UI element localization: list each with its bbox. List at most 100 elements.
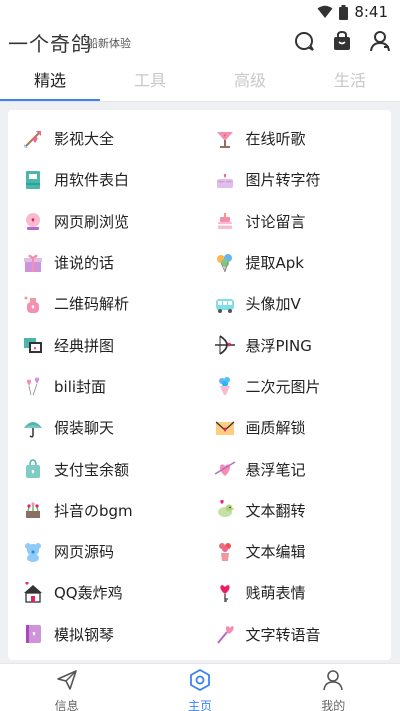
feature-item[interactable]: 支付宝余额 bbox=[8, 448, 200, 489]
chat-bubble-icon[interactable] bbox=[292, 29, 316, 53]
feature-item[interactable]: 网页源码 bbox=[8, 531, 200, 572]
feature-item[interactable]: 二次元图片 bbox=[200, 366, 392, 407]
feature-item-label: 网页源码 bbox=[54, 543, 115, 562]
feature-item-label: 经典拼图 bbox=[54, 336, 115, 355]
feature-card: 影视大全 在线听歌用软件表白 图片转字符网页刷浏览 讨论留言谁说的话 提取Apk 二维码解… bbox=[8, 110, 391, 660]
feature-item-label: 二次元图片 bbox=[245, 377, 321, 396]
feature-item[interactable]: 影视大全 bbox=[8, 118, 200, 159]
app-title: 一个奇鸽 bbox=[8, 32, 92, 56]
feature-item-label: 文字转语音 bbox=[245, 625, 321, 644]
crystal-ball-icon bbox=[22, 210, 44, 232]
bird-icon bbox=[214, 499, 236, 521]
feature-item[interactable]: 画质解锁 bbox=[200, 407, 392, 448]
feature-item-label: 画质解锁 bbox=[245, 419, 306, 438]
app-header: 一个奇鸽 船新体验 bbox=[0, 24, 400, 60]
feature-item-label: 二维码解析 bbox=[54, 295, 130, 314]
feature-item-label: 假装聊天 bbox=[54, 419, 115, 438]
feature-item[interactable]: 谁说的话 bbox=[8, 242, 200, 283]
send-icon bbox=[56, 669, 78, 695]
feature-item-label: 悬浮PING bbox=[245, 336, 312, 355]
heart-key-icon bbox=[214, 582, 236, 604]
feature-item[interactable]: 抖音のbgm bbox=[8, 490, 200, 531]
feature-item[interactable]: 贱萌表情 bbox=[200, 572, 392, 613]
bus-icon bbox=[214, 293, 236, 315]
tab-3[interactable]: 生活 bbox=[300, 60, 400, 102]
feature-item[interactable]: 悬浮笔记 bbox=[200, 448, 392, 489]
feature-item-label: 用软件表白 bbox=[54, 171, 130, 190]
feature-item-label: 支付宝余额 bbox=[54, 460, 130, 479]
user-icon[interactable] bbox=[368, 29, 392, 53]
bottom-navigation: 信息 主页 我的 bbox=[0, 663, 400, 711]
feature-item[interactable]: 用软件表白 bbox=[8, 159, 200, 200]
feature-item[interactable]: 提取Apk bbox=[200, 242, 392, 283]
bouquet-icon bbox=[214, 375, 236, 397]
feature-item-label: 模拟钢琴 bbox=[54, 625, 115, 644]
feature-item-label: 提取Apk bbox=[245, 254, 304, 273]
tab-1[interactable]: 工具 bbox=[100, 60, 200, 102]
layer-cake-icon bbox=[214, 210, 236, 232]
feature-grid: 影视大全 在线听歌用软件表白 图片转字符网页刷浏览 讨论留言谁说的话 提取Apk 二维码解… bbox=[8, 110, 391, 655]
notebook-icon bbox=[22, 169, 44, 191]
feature-item-label: 头像加V bbox=[245, 295, 301, 314]
feature-item-label: 抖音のbgm bbox=[54, 501, 133, 520]
feature-item-label: 贱萌表情 bbox=[245, 584, 306, 603]
bag-icon[interactable] bbox=[330, 29, 354, 53]
feature-item[interactable]: 二维码解析 bbox=[8, 283, 200, 324]
balloons-icon bbox=[214, 252, 236, 274]
feature-item-label: bili封面 bbox=[54, 377, 107, 396]
feature-item[interactable]: 在线听歌 bbox=[200, 118, 392, 159]
love-letter-icon bbox=[214, 417, 236, 439]
feature-item-label: 谁说的话 bbox=[54, 254, 115, 273]
feature-item-label: 文本编辑 bbox=[245, 543, 306, 562]
nav-item-0[interactable]: 信息 bbox=[0, 664, 133, 711]
feature-item[interactable]: 图片转字符 bbox=[200, 159, 392, 200]
feature-item-label: 讨论留言 bbox=[245, 212, 306, 231]
battery-icon bbox=[339, 4, 349, 20]
feature-item-label: 文本翻转 bbox=[245, 501, 306, 520]
nav-item-label: 主页 bbox=[187, 699, 212, 711]
app-subtitle: 船新体验 bbox=[87, 37, 131, 50]
feature-item[interactable]: 文本翻转 bbox=[200, 490, 392, 531]
feature-item-label: QQ轰炸鸡 bbox=[54, 584, 123, 603]
tabs-divider bbox=[0, 101, 400, 102]
heart-cup-icon bbox=[214, 128, 236, 150]
feature-item[interactable]: 假装聊天 bbox=[8, 407, 200, 448]
wifi-icon bbox=[317, 5, 333, 18]
feature-item-label: 网页刷浏览 bbox=[54, 212, 130, 231]
category-tabs: 精选 工具 高级 生活 bbox=[0, 60, 400, 102]
nav-item-label: 信息 bbox=[54, 699, 79, 711]
feature-item[interactable]: 文本编辑 bbox=[200, 531, 392, 572]
heart-balloons-icon bbox=[22, 375, 44, 397]
heart-arrow-icon bbox=[214, 458, 236, 480]
feature-item[interactable]: QQ轰炸鸡 bbox=[8, 572, 200, 613]
nav-item-label: 我的 bbox=[321, 699, 346, 711]
feature-item[interactable]: 文字转语音 bbox=[200, 614, 392, 655]
cake-icon bbox=[214, 169, 236, 191]
nav-item-2[interactable]: 我的 bbox=[267, 664, 400, 711]
flower-vase-icon bbox=[214, 541, 236, 563]
feature-item[interactable]: 模拟钢琴 bbox=[8, 614, 200, 655]
feature-item[interactable]: 悬浮PING bbox=[200, 324, 392, 365]
feature-item[interactable]: bili封面 bbox=[8, 366, 200, 407]
feature-item-label: 影视大全 bbox=[54, 130, 115, 149]
tab-2[interactable]: 高级 bbox=[200, 60, 300, 102]
heart-wand-icon bbox=[214, 623, 236, 645]
house-icon bbox=[22, 581, 44, 604]
tab-0[interactable]: 精选 bbox=[0, 60, 100, 102]
feature-item[interactable]: 经典拼图 bbox=[8, 324, 200, 365]
feature-item-label: 悬浮笔记 bbox=[245, 460, 306, 479]
diary-icon bbox=[22, 623, 44, 645]
umbrella-icon bbox=[22, 417, 44, 439]
feature-item[interactable]: 头像加V bbox=[200, 283, 392, 324]
teddy-bear-icon bbox=[22, 541, 44, 563]
shopping-bag-icon bbox=[22, 458, 44, 480]
feature-item[interactable]: 讨论留言 bbox=[200, 201, 392, 242]
profile-icon bbox=[322, 669, 344, 695]
status-time: 8:41 bbox=[354, 3, 388, 21]
gift-box-icon bbox=[22, 252, 44, 274]
nav-item-1[interactable]: 主页 bbox=[133, 664, 266, 711]
feature-item-label: 图片转字符 bbox=[245, 171, 321, 190]
photo-frames-icon bbox=[22, 334, 44, 356]
feature-item[interactable]: 网页刷浏览 bbox=[8, 201, 200, 242]
status-bar: 8:41 bbox=[0, 0, 400, 24]
